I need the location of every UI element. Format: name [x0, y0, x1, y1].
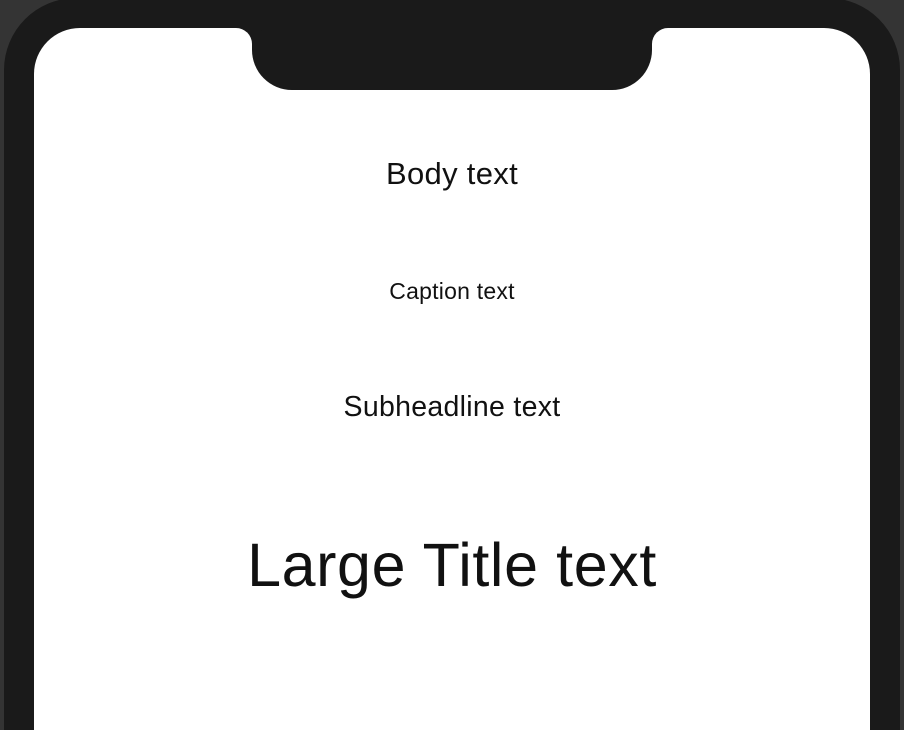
device-screen: Body text Caption text Subheadline text … — [34, 28, 870, 730]
typography-samples: Body text Caption text Subheadline text … — [34, 28, 870, 600]
screen-clip: Body text Caption text Subheadline text … — [34, 28, 870, 730]
caption-text-label: Caption text — [389, 278, 515, 305]
subheadline-text-label: Subheadline text — [344, 391, 561, 424]
device-notch — [252, 28, 652, 90]
large-title-text-label: Large Title text — [247, 530, 657, 600]
body-text-label: Body text — [386, 156, 518, 192]
device-frame: Body text Caption text Subheadline text … — [4, 0, 900, 730]
